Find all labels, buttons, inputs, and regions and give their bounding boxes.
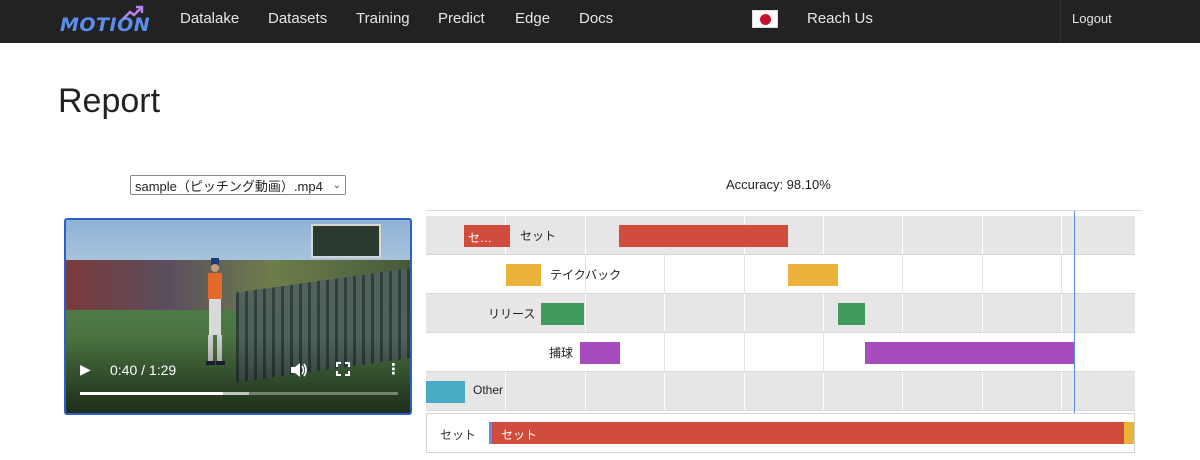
timeline-gridline xyxy=(982,216,983,254)
timeline-gridline xyxy=(902,294,903,332)
timeline-gridline xyxy=(744,255,745,293)
page-title: Report xyxy=(58,82,161,120)
timeline-gridline xyxy=(902,255,903,293)
timeline-row-label: テイクバック xyxy=(550,268,622,282)
current-action-label: セット xyxy=(440,428,477,442)
fullscreen-icon[interactable] xyxy=(336,362,350,376)
timeline-gridline xyxy=(585,216,586,254)
video-time: 0:40 / 1:29 xyxy=(110,362,177,378)
timeline-gridline xyxy=(902,372,903,410)
timeline-row-label: Other xyxy=(473,383,504,397)
nav-link-reach-us[interactable]: Reach Us xyxy=(807,10,873,27)
logo-arrow-icon xyxy=(122,5,144,20)
timeline-gridline xyxy=(664,255,665,293)
timeline-segment[interactable] xyxy=(865,342,1074,364)
nav-link-datalake[interactable]: Datalake xyxy=(180,10,239,27)
timeline-gridline xyxy=(823,333,824,371)
accuracy-text: Accuracy: 98.10% xyxy=(726,177,831,192)
timeline-segment[interactable] xyxy=(541,303,584,325)
timeline-segment[interactable] xyxy=(838,303,865,325)
timeline-row-other: Other xyxy=(426,372,1135,411)
timeline-gridline xyxy=(664,294,665,332)
video-progress-fill xyxy=(80,392,224,395)
playhead-line[interactable] xyxy=(1074,211,1075,413)
play-icon[interactable]: ▶ xyxy=(80,361,91,378)
timeline-gridline xyxy=(664,333,665,371)
timeline-gridline xyxy=(744,372,745,410)
timeline-gridline xyxy=(664,372,665,410)
logout-link[interactable]: Logout xyxy=(1072,11,1112,26)
timeline-gridline xyxy=(982,255,983,293)
timeline-gridline xyxy=(744,333,745,371)
timeline-gridline xyxy=(902,216,903,254)
timeline-segment[interactable] xyxy=(506,264,541,286)
timeline-gridline xyxy=(1061,294,1062,332)
video-progress-bar[interactable] xyxy=(80,392,398,395)
timeline-segment-label: セ… xyxy=(468,231,493,245)
strip-next-segment xyxy=(1124,422,1134,444)
timeline-gridline xyxy=(1061,216,1062,254)
action-timeline: セ… セット テイクバック リリース 捕球 Other xyxy=(426,210,1142,413)
current-action-bar[interactable]: セット xyxy=(489,422,1124,444)
timeline-row-takeback: テイクバック xyxy=(426,255,1135,294)
timeline-gridline xyxy=(585,294,586,332)
timeline-segment[interactable] xyxy=(788,264,838,286)
timeline-row-label: セット xyxy=(520,229,557,243)
video-select-value: sample（ピッチング動画）.mp4 xyxy=(135,178,323,194)
timeline-gridline xyxy=(823,294,824,332)
timeline-segment[interactable]: セ… xyxy=(464,225,510,247)
timeline-gridline xyxy=(982,372,983,410)
timeline-gridline xyxy=(505,372,506,410)
nav-link-edge[interactable]: Edge xyxy=(515,10,550,27)
timeline-gridline xyxy=(1061,372,1062,410)
timeline-segment[interactable] xyxy=(426,381,465,403)
timeline-segment[interactable] xyxy=(580,342,620,364)
nav-divider xyxy=(1060,0,1061,43)
chevron-down-icon: ⌄ xyxy=(332,179,341,191)
timeline-row-label: 捕球 xyxy=(549,346,574,360)
nav-link-predict[interactable]: Predict xyxy=(438,10,485,27)
timeline-row-set: セ… セット xyxy=(426,216,1135,255)
timeline-gridline xyxy=(982,294,983,332)
nav-link-docs[interactable]: Docs xyxy=(579,10,613,27)
motion-logo[interactable]: MOTION xyxy=(60,4,150,38)
timeline-row-label: リリース xyxy=(488,307,536,321)
volume-icon[interactable] xyxy=(290,362,308,378)
more-options-icon[interactable]: ⋮ xyxy=(386,360,401,378)
video-select[interactable]: sample（ピッチング動画）.mp4 ⌄ xyxy=(130,175,346,195)
timeline-gridline xyxy=(823,216,824,254)
video-frame-scoreboard xyxy=(311,224,381,258)
top-nav: MOTION Datalake Datasets Training Predic… xyxy=(0,0,1200,43)
current-action-bar-label: セット xyxy=(501,428,538,442)
japan-flag-icon[interactable] xyxy=(752,10,778,28)
timeline-gridline xyxy=(744,294,745,332)
timeline-gridline xyxy=(1061,255,1062,293)
flag-sun xyxy=(760,14,771,25)
timeline-gridline xyxy=(823,372,824,410)
timeline-gridline xyxy=(585,372,586,410)
video-player[interactable]: ▶ 0:40 / 1:29 ⋮ xyxy=(64,218,412,415)
timeline-segment[interactable] xyxy=(619,225,788,247)
strip-position-marker xyxy=(489,422,492,444)
nav-link-datasets[interactable]: Datasets xyxy=(268,10,327,27)
timeline-row-catch: 捕球 xyxy=(426,333,1135,372)
timeline-row-release: リリース xyxy=(426,294,1135,333)
nav-link-training[interactable]: Training xyxy=(356,10,410,27)
current-action-strip: セット セット xyxy=(426,413,1135,453)
